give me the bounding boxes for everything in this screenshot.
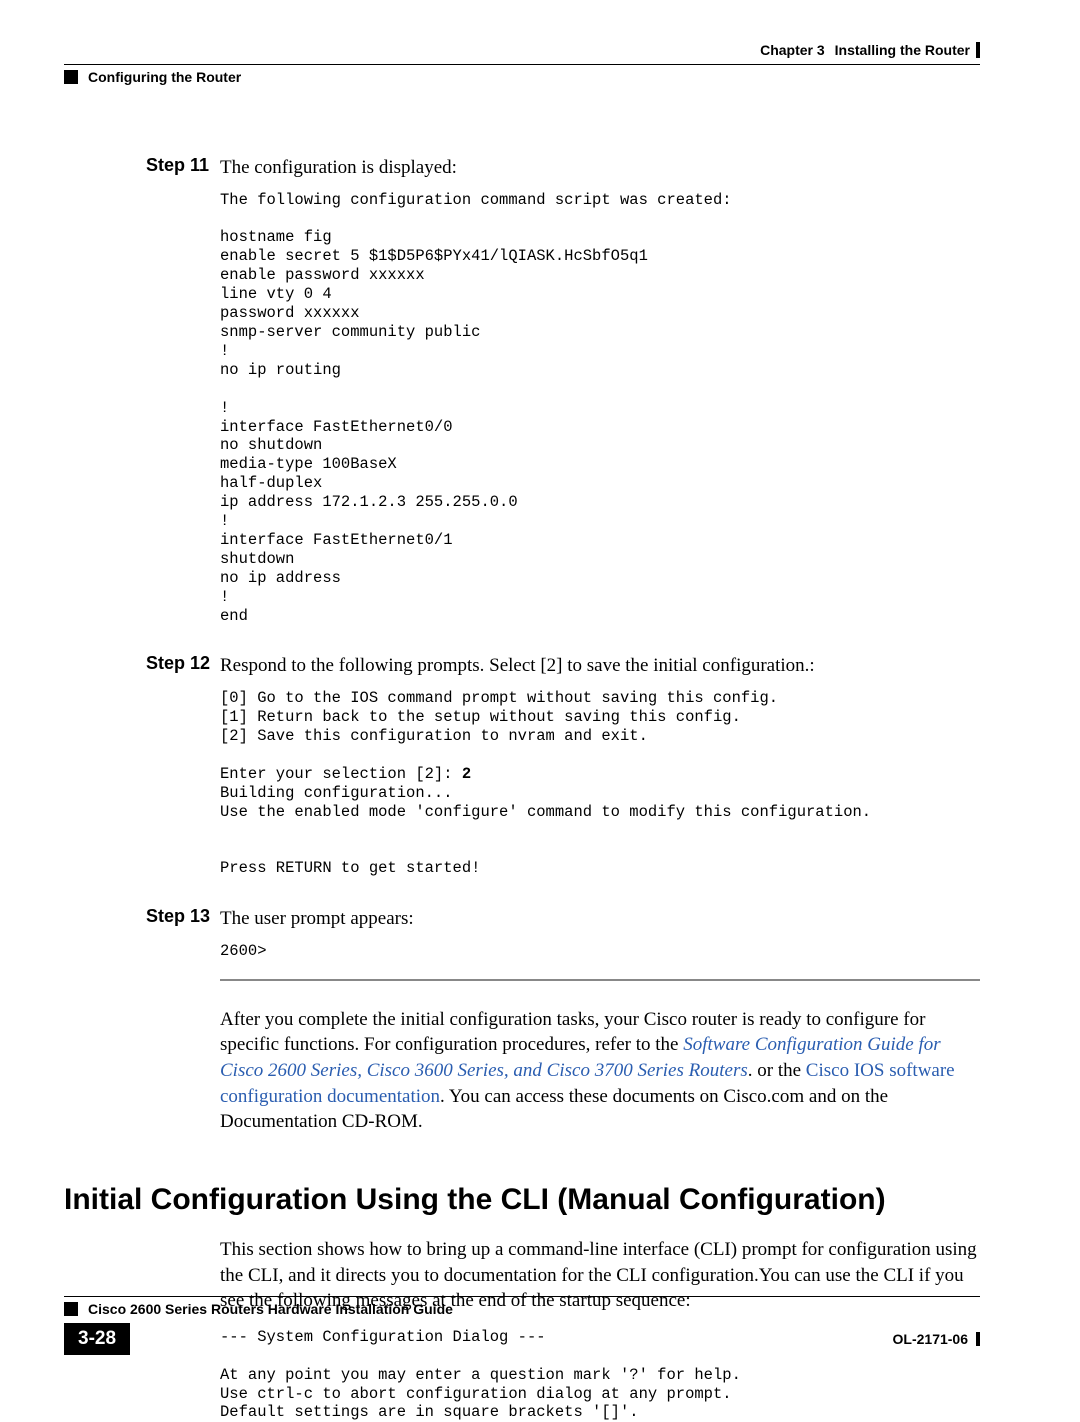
step-label: Step 12 <box>146 653 220 679</box>
page-footer: Cisco 2600 Series Routers Hardware Insta… <box>64 1296 980 1355</box>
step-12: Step 12 Respond to the following prompts… <box>146 653 980 679</box>
footer-bar-icon <box>976 1332 980 1346</box>
step-text: Respond to the following prompts. Select… <box>220 653 815 679</box>
step-label: Step 11 <box>146 155 220 181</box>
step-11: Step 11 The configuration is displayed: <box>146 155 980 181</box>
chapter-label: Chapter 3 <box>760 42 825 58</box>
step-text: The configuration is displayed: <box>220 155 457 181</box>
page-number: 3-28 <box>64 1323 130 1355</box>
footer-doc-id: OL-2171-06 <box>893 1331 968 1347</box>
code-block-step-11: The following configuration command scri… <box>220 191 980 626</box>
code-text: Building configuration... Use the enable… <box>220 784 871 878</box>
divider <box>220 979 980 981</box>
section-title: Configuring the Router <box>88 69 241 85</box>
section-header: Configuring the Router <box>64 64 980 85</box>
footer-guide-title: Cisco 2600 Series Routers Hardware Insta… <box>88 1301 453 1317</box>
code-block-step-13: 2600> <box>220 942 980 961</box>
code-bold: 2 <box>462 765 471 783</box>
code-text: [0] Go to the IOS command prompt without… <box>220 689 778 783</box>
square-marker-icon <box>64 1302 78 1316</box>
body-paragraph: After you complete the initial configura… <box>220 1007 980 1135</box>
step-label: Step 13 <box>146 906 220 932</box>
para-text: . or the <box>748 1060 806 1081</box>
chapter-title: Installing the Router <box>835 42 970 58</box>
running-header: Chapter 3 Installing the Router <box>64 42 980 58</box>
section-heading: Initial Configuration Using the CLI (Man… <box>64 1183 980 1217</box>
step-13: Step 13 The user prompt appears: <box>146 906 980 932</box>
step-text: The user prompt appears: <box>220 906 414 932</box>
code-block-step-12: [0] Go to the IOS command prompt without… <box>220 689 980 878</box>
square-marker-icon <box>64 70 78 84</box>
header-bar-icon <box>976 42 980 58</box>
